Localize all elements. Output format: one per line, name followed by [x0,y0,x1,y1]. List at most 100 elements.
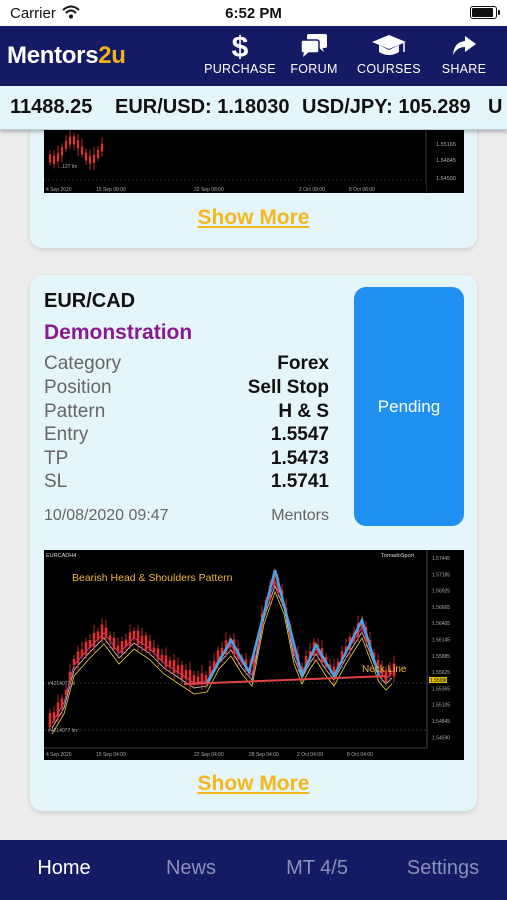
chart-symbol: EURCADH4 [46,553,76,559]
chart-price-label: 1.56405 [432,621,450,627]
chat-bubbles-icon [285,30,343,62]
ticker-item: EUR/USD: 1.18030 [115,96,290,118]
show-more-link[interactable]: Show More [30,772,477,796]
candle [180,665,184,679]
chart-note: #4214077 sl [48,681,75,687]
chart-date-label: 15 Sep 04:00 [96,752,126,758]
candle [48,154,52,163]
chart-price-label: 1.54845 [436,158,456,164]
field-label: Pattern [44,401,106,422]
signal-type: Demonstration [44,321,193,344]
candle [100,624,104,640]
status-pending-button[interactable]: Pending [354,287,464,526]
chart-date-label: 2 Oct 04:00 [297,752,323,758]
candle [172,660,176,674]
candle [196,676,200,682]
chart-price-label: 1.57445 [432,556,450,562]
chart-date-label: 8 Oct 04:00 [347,752,373,758]
field-label: SL [44,471,68,492]
chart-date-label: 22 Sep 08:00 [194,187,224,193]
ticker-item: U [488,96,503,118]
chart-date-label: 2 Oct 08:00 [299,187,325,193]
current-price-label: 1.55090 [430,678,448,684]
bottom-tab-bar: Home News MT 4/5 Settings [0,840,507,900]
signal-chart-image[interactable]: 1.55165 1.54845 1.54590 ...127 lm 4 Sep … [44,130,464,193]
chart-date-label: 4 Sep 2020 [46,752,72,758]
candle [60,147,64,156]
courses-button[interactable]: COURSES [352,30,426,84]
share-label: SHARE [441,62,487,76]
app-header: Mentors2u $ PURCHASE FORUM COURSES SHARE [0,26,507,86]
candle [64,689,68,695]
candle [60,698,64,709]
purchase-label: PURCHASE [204,62,276,76]
candle [88,640,92,648]
signal-card: 1.55165 1.54845 1.54590 ...127 lm 4 Sep … [30,130,477,248]
purchase-button[interactable]: $ PURCHASE [204,30,276,84]
signals-list[interactable]: 1.55165 1.54845 1.54590 ...127 lm 4 Sep … [0,130,507,840]
ticker-item: USD/JPY: 105.289 [302,96,471,118]
courses-label: COURSES [357,62,421,76]
candle [144,635,148,651]
field-row: Category Forex [44,353,329,377]
dollar-icon: $ [204,30,276,64]
candle [116,645,120,652]
svg-text:$: $ [232,31,249,62]
candle [100,143,104,152]
signal-chart-image[interactable]: EURCADH4 TornadoSport Bearish Head & Sho… [44,550,464,760]
ticker-item: 11488.25 [10,96,93,118]
candle [136,630,140,645]
signal-pair: EUR/CAD [44,290,136,312]
chart-price-label: 1.54590 [436,176,456,182]
chart-date-label: 4 Sep 2020 [46,187,72,193]
tab-home[interactable]: Home [4,857,124,880]
show-more-link[interactable]: Show More [30,206,477,230]
chart-price-label: 1.56665 [432,605,450,611]
candle [76,140,80,149]
candle [156,648,160,660]
signal-author: Mentors [271,507,329,524]
chart-price-label: 1.55165 [436,142,456,148]
tab-news[interactable]: News [131,857,251,880]
field-row: TP 1.5473 [44,448,329,472]
candle [128,632,132,646]
chart-date-label: 8 Oct 08:00 [349,187,375,193]
candle [56,702,60,718]
candle [132,631,136,639]
field-value: H & S [278,401,329,422]
candle [72,659,76,665]
candle [204,675,208,682]
field-value: Sell Stop [247,377,329,398]
tab-settings[interactable]: Settings [383,857,503,880]
candle [52,155,56,164]
brand-logo[interactable]: Mentors2u [7,42,126,70]
status-bar: Carrier 6:52 PM [0,0,507,26]
share-button[interactable]: SHARE [437,30,491,84]
field-value: Forex [277,353,329,374]
chart-date-label: 15 Sep 08:00 [96,187,126,193]
chart-price-label: 1.55105 [432,703,450,709]
chart-note: ...127 lm [58,164,77,170]
chart-price-label: 1.55625 [432,670,450,676]
candle [80,146,84,155]
chart-price-label: 1.56925 [432,589,450,595]
graduation-cap-icon [352,30,426,62]
pattern-label: Bearish Head & Shoulders Pattern [72,572,233,584]
field-label: TP [44,448,69,469]
candle [88,155,92,164]
field-label: Entry [44,424,89,445]
forum-label: FORUM [290,62,338,76]
candle [80,649,84,657]
candle [164,655,168,668]
field-row: Pattern H & S [44,401,329,425]
tab-mt[interactable]: MT 4/5 [257,857,377,880]
candle [148,641,152,651]
battery-icon [470,6,500,19]
forum-button[interactable]: FORUM [285,30,343,84]
status-time: 6:52 PM [225,5,282,22]
signal-card: EUR/CAD Demonstration Category Forex Posi… [30,275,477,811]
candle [52,712,56,722]
brand-prefix: Mentors [7,42,99,69]
chart-price-label: 1.56145 [432,638,450,644]
candle [84,152,88,161]
